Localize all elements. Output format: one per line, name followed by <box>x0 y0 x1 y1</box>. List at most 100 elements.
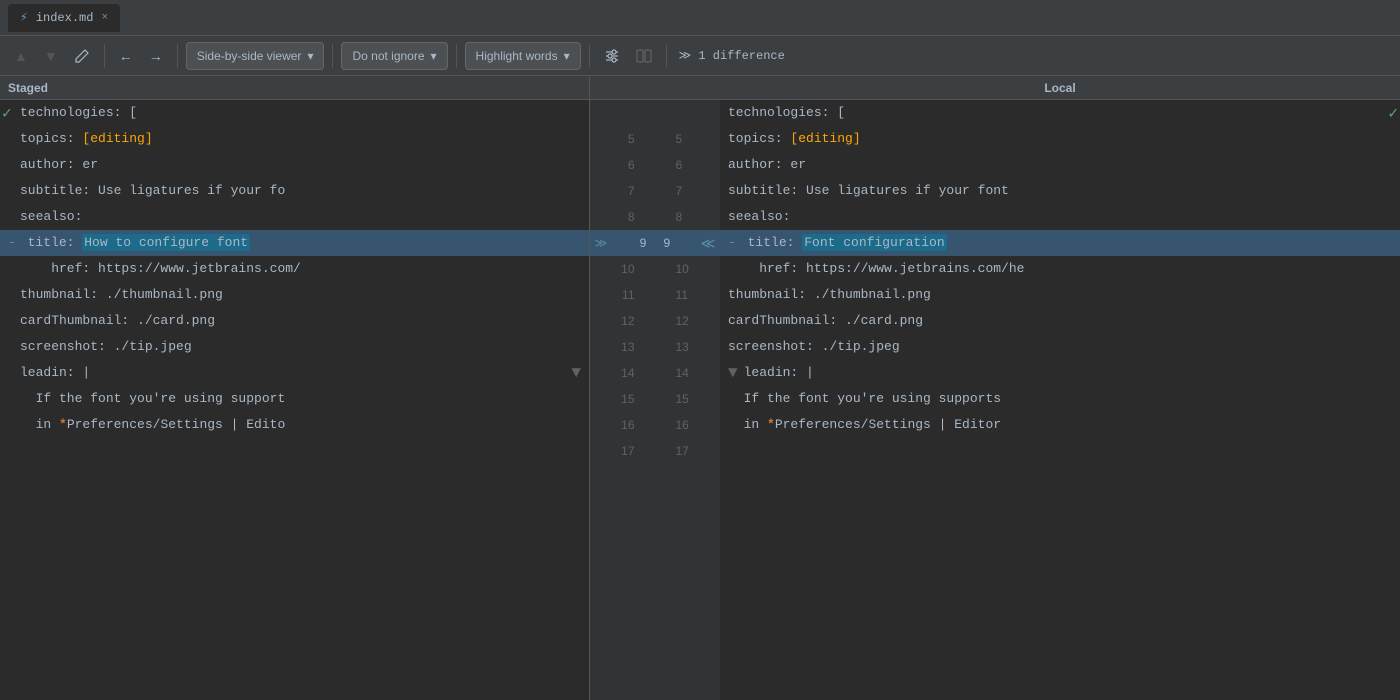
highlight-dropdown-arrow: ▾ <box>564 49 570 63</box>
staged-line-8: seealso: <box>0 204 589 230</box>
gutter-line-10: 10 10 <box>590 256 720 282</box>
diff-viewer: Staged ✓ technologies: [ topics: [editin… <box>0 76 1400 700</box>
back-button[interactable]: ← <box>113 44 139 68</box>
staged-line-12-content: cardThumbnail: ./card.png <box>0 308 589 334</box>
gutter-line-11: 11 11 <box>590 282 720 308</box>
staged-line-10: href: https://www.jetbrains.com/ <box>0 256 589 282</box>
separator-2 <box>177 44 178 68</box>
edit-button[interactable] <box>68 44 96 68</box>
local-line-4: technologies: [ ✓ <box>720 100 1400 126</box>
local-line-12: cardThumbnail: ./card.png <box>720 308 1400 334</box>
staged-checkmark: ✓ <box>2 103 12 123</box>
local-header: Local <box>720 76 1400 100</box>
separator-5 <box>589 44 590 68</box>
settings-button[interactable] <box>598 44 626 68</box>
local-line-14-content: ▼leadin: | <box>720 360 1400 386</box>
gutter-line-12: 12 12 <box>590 308 720 334</box>
local-line-16-content: in *Preferences/Settings | Editor <box>720 412 1400 438</box>
tab-index-md[interactable]: ⚡ index.md × <box>8 4 120 32</box>
local-line-10-content: href: https://www.jetbrains.com/he <box>720 256 1400 282</box>
local-line-13: screenshot: ./tip.jpeg <box>720 334 1400 360</box>
local-line-11: thumbnail: ./thumbnail.png <box>720 282 1400 308</box>
local-line-15-content: If the font you're using supports <box>720 386 1400 412</box>
staged-line-12: cardThumbnail: ./card.png <box>0 308 589 334</box>
staged-line-6-content: author: er <box>0 152 589 178</box>
local-line-12-content: cardThumbnail: ./card.png <box>720 308 1400 334</box>
gutter-line-6: 6 6 <box>590 152 720 178</box>
local-line-6: author: er <box>720 152 1400 178</box>
staged-line-4-content: technologies: [ <box>0 100 589 126</box>
separator-1 <box>104 44 105 68</box>
staged-line-8-content: seealso: <box>0 204 589 230</box>
local-line-10: href: https://www.jetbrains.com/he <box>720 256 1400 282</box>
local-line-7: subtitle: Use ligatures if your font <box>720 178 1400 204</box>
staged-line-10-content: href: https://www.jetbrains.com/ <box>0 256 589 282</box>
separator-3 <box>332 44 333 68</box>
tab-file-icon: ⚡ <box>20 10 28 25</box>
local-line-11-content: thumbnail: ./thumbnail.png <box>720 282 1400 308</box>
toolbar: ▲ ▼ ← → Side-by-side viewer ▾ Do not ign… <box>0 36 1400 76</box>
gutter-line-7: 7 7 <box>590 178 720 204</box>
tab-label: index.md <box>36 11 94 25</box>
staged-line-15-content: If the font you're using support <box>0 386 589 412</box>
staged-line-7: subtitle: Use ligatures if your fo <box>0 178 589 204</box>
scroll-down-button[interactable]: ▼ <box>38 44 64 68</box>
ignore-dropdown-arrow: ▾ <box>431 49 437 63</box>
staged-line-16-content: in *Preferences/Settings | Edito <box>0 412 589 438</box>
staged-line-7-content: subtitle: Use ligatures if your fo <box>0 178 589 204</box>
staged-line-4: ✓ technologies: [ <box>0 100 589 126</box>
local-line-7-content: subtitle: Use ligatures if your font <box>720 178 1400 204</box>
gutter-line-14: 14 14 <box>590 360 720 386</box>
local-line-14: ▼leadin: | <box>720 360 1400 386</box>
gutter-line-15: 15 15 <box>590 386 720 412</box>
staged-header: Staged <box>0 76 589 100</box>
staged-line-17 <box>0 438 589 464</box>
staged-line-14-content: leadin: |▼ <box>0 360 589 386</box>
local-code-area[interactable]: technologies: [ ✓ topics: [editing] auth… <box>720 100 1400 700</box>
gutter-line-16: 16 16 <box>590 412 720 438</box>
viewer-dropdown[interactable]: Side-by-side viewer ▾ <box>186 42 325 70</box>
gutter-line-4 <box>590 100 720 126</box>
columns-button[interactable] <box>630 44 658 68</box>
highlight-dropdown-label: Highlight words <box>476 49 558 63</box>
local-line-9: - title: Font configuration <box>720 230 1400 256</box>
local-line-15: If the font you're using supports <box>720 386 1400 412</box>
local-line-8: seealso: <box>720 204 1400 230</box>
gutter-line-9[interactable]: ≫ 9 9 ≪ <box>590 230 720 256</box>
local-line-8-content: seealso: <box>720 204 1400 230</box>
difference-count: ≫ 1 difference <box>679 48 785 63</box>
viewer-dropdown-label: Side-by-side viewer <box>197 49 302 63</box>
highlight-dropdown[interactable]: Highlight words ▾ <box>465 42 581 70</box>
scroll-up-button[interactable]: ▲ <box>8 44 34 68</box>
local-line-9-content: - title: Font configuration <box>720 230 1400 256</box>
staged-line-11-content: thumbnail: ./thumbnail.png <box>0 282 589 308</box>
staged-line-16: in *Preferences/Settings | Edito <box>0 412 589 438</box>
tab-close-button[interactable]: × <box>101 12 108 24</box>
local-line-17 <box>720 438 1400 464</box>
local-line-16: in *Preferences/Settings | Editor <box>720 412 1400 438</box>
forward-button[interactable]: → <box>143 44 169 68</box>
staged-code-area[interactable]: ✓ technologies: [ topics: [editing] auth… <box>0 100 589 700</box>
staged-line-13-content: screenshot: ./tip.jpeg <box>0 334 589 360</box>
local-line-4-content: technologies: [ <box>720 100 1400 126</box>
viewer-dropdown-arrow: ▾ <box>307 49 313 63</box>
gutter-line-17: 17 17 <box>590 438 720 464</box>
staged-line-15: If the font you're using support <box>0 386 589 412</box>
local-line-5: topics: [editing] <box>720 126 1400 152</box>
staged-line-6: author: er <box>0 152 589 178</box>
staged-line-5: topics: [editing] <box>0 126 589 152</box>
staged-line-5-content: topics: [editing] <box>0 126 589 152</box>
staged-line-11: thumbnail: ./thumbnail.png <box>0 282 589 308</box>
local-line-6-content: author: er <box>720 152 1400 178</box>
ignore-dropdown[interactable]: Do not ignore ▾ <box>341 42 447 70</box>
gutter-line-5: 5 5 <box>590 126 720 152</box>
center-gutter: 5 5 6 6 7 7 8 8 ≫ <box>590 76 720 700</box>
staged-line-13: screenshot: ./tip.jpeg <box>0 334 589 360</box>
local-line-13-content: screenshot: ./tip.jpeg <box>720 334 1400 360</box>
staged-line-9: - title: How to configure font <box>0 230 589 256</box>
staged-line-14: leadin: |▼ <box>0 360 589 386</box>
staged-panel: Staged ✓ technologies: [ topics: [editin… <box>0 76 590 700</box>
local-panel: Local technologies: [ ✓ topics: [editing… <box>720 76 1400 700</box>
gutter-header <box>590 76 720 100</box>
tab-bar: ⚡ index.md × <box>0 0 1400 36</box>
